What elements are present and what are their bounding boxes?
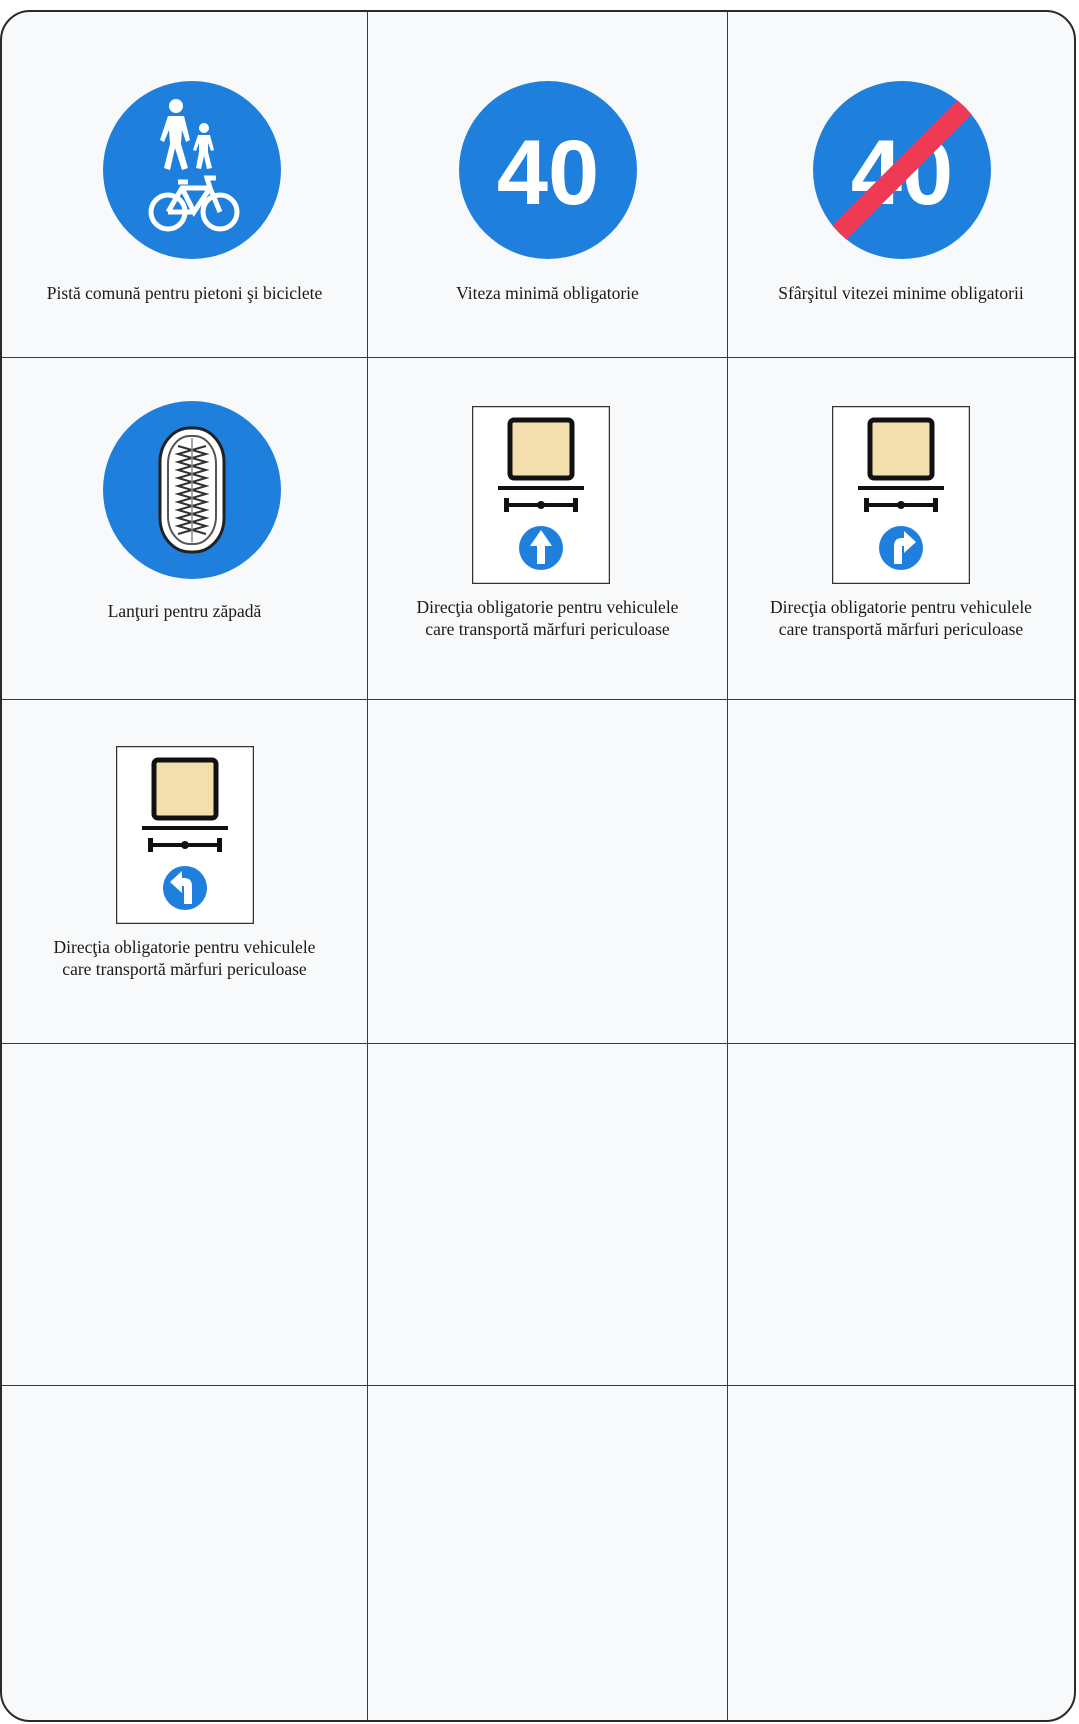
- sign-caption: Direcţia obligatorie pentru vehiculele c…: [770, 597, 1032, 639]
- minimum-speed-icon: 40: [459, 81, 637, 259]
- empty-cell: [728, 700, 1074, 1044]
- sign-grid: Pistă comună pentru pietoni şi biciclete…: [2, 12, 1074, 1720]
- dangerous-goods-straight-icon: [472, 406, 610, 584]
- empty-cell: [368, 700, 728, 1044]
- snow-chains-icon: [103, 401, 281, 579]
- empty-cell: [2, 1386, 368, 1720]
- dangerous-goods-left-icon: [116, 746, 254, 924]
- sign-caption: Lanţuri pentru zăpadă: [107, 601, 262, 621]
- sign-cell-dangerous-goods-straight: Direcţia obligatorie pentru vehiculele c…: [368, 358, 728, 700]
- sign-caption: Viteza minimă obligatorie: [456, 283, 639, 303]
- sign-caption: Pistă comună pentru pietoni şi biciclete: [46, 283, 323, 303]
- sign-cell-shared-path: Pistă comună pentru pietoni şi biciclete: [2, 12, 368, 358]
- sign-sheet: Pistă comună pentru pietoni şi biciclete…: [0, 10, 1076, 1722]
- sign-cell-snow-chains: Lanţuri pentru zăpadă: [2, 358, 368, 700]
- sign-cell-end-minimum-speed: 40 Sfârşitul vitezei minime obligatorii: [728, 12, 1074, 358]
- sign-caption: Direcţia obligatorie pentru vehiculele c…: [53, 937, 316, 979]
- sign-cell-dangerous-goods-left: Direcţia obligatorie pentru vehiculele c…: [2, 700, 368, 1044]
- empty-cell: [368, 1386, 728, 1720]
- sign-caption: Direcţia obligatorie pentru vehiculele c…: [416, 597, 679, 639]
- empty-cell: [728, 1044, 1074, 1386]
- dangerous-goods-right-icon: [832, 406, 970, 584]
- empty-cell: [728, 1386, 1074, 1720]
- sign-cell-dangerous-goods-right: Direcţia obligatorie pentru vehiculele c…: [728, 358, 1074, 700]
- pedestrian-and-bicycle-icon: [103, 81, 281, 259]
- empty-cell: [368, 1044, 728, 1386]
- end-minimum-speed-icon: 40: [813, 81, 991, 259]
- empty-cell: [2, 1044, 368, 1386]
- sign-caption: Sfârşitul vitezei minime obligatorii: [778, 283, 1024, 303]
- svg-text:40: 40: [497, 122, 599, 224]
- sign-cell-minimum-speed: 40 Viteza minimă obligatorie: [368, 12, 728, 358]
